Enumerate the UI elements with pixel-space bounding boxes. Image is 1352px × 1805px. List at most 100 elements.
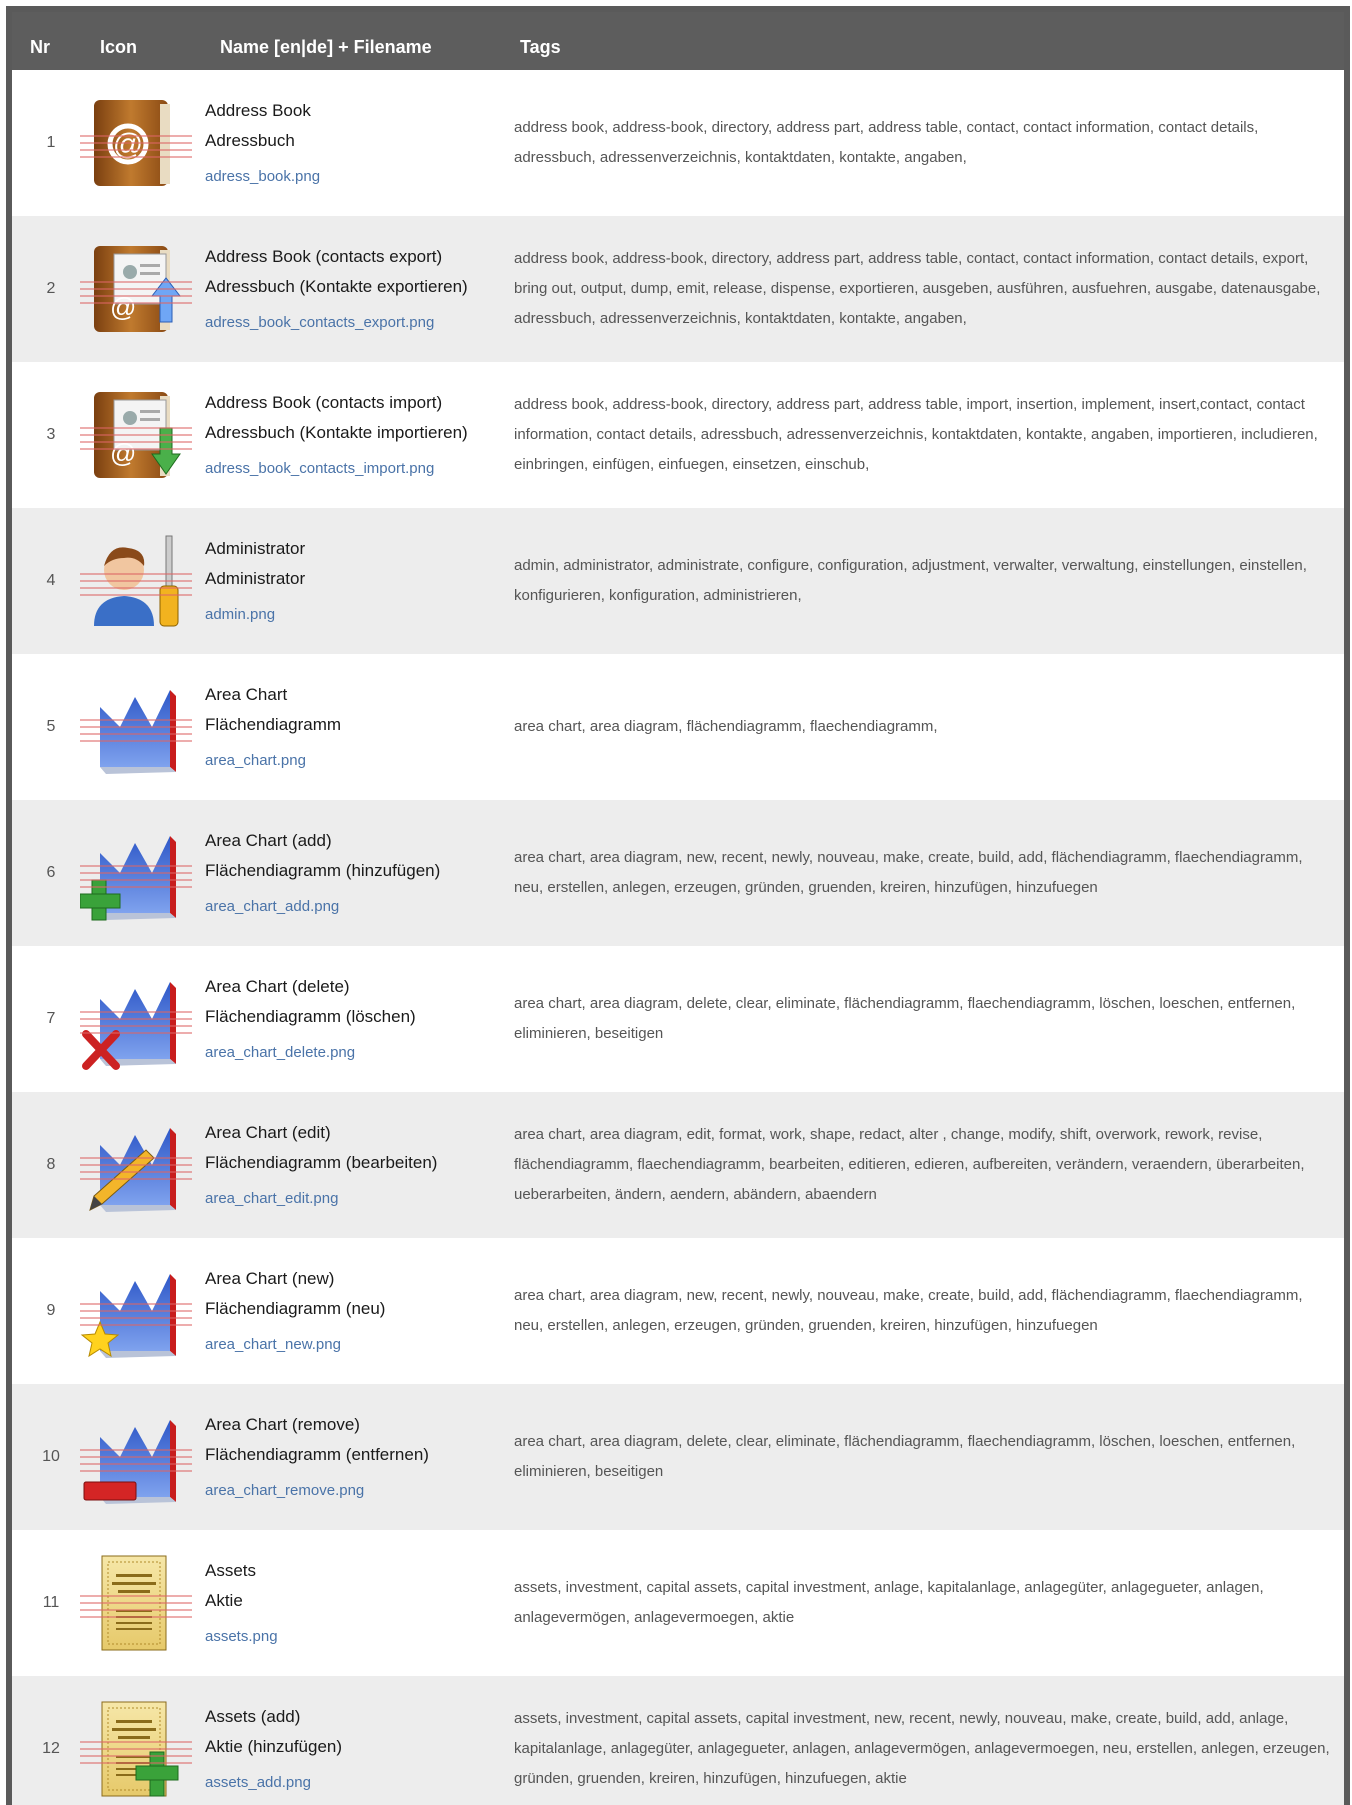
name-german: Flächendiagramm (entfernen)	[205, 1445, 429, 1464]
tags-text: area chart, area diagram, delete, clear,…	[514, 1433, 1296, 1480]
row-tags: area chart, area diagram, new, recent, n…	[514, 800, 1334, 946]
row-number: 3	[46, 426, 56, 443]
tags-text: address book, address-book, directory, a…	[514, 396, 1318, 473]
address-book-export-icon: @	[80, 234, 192, 344]
row-number: 7	[46, 1010, 56, 1027]
name-english: Address Book (contacts import)	[205, 393, 443, 412]
filename-link[interactable]: adress_book_contacts_import.png	[205, 454, 505, 484]
name-german: Adressbuch (Kontakte importieren)	[205, 423, 468, 442]
table-row: 10 Area Chart (remove) Flächendiagramm (…	[12, 1384, 1344, 1530]
row-names: Area Chart (delete) Flächendiagramm (lös…	[205, 972, 505, 1068]
filename-link[interactable]: assets_add.png	[205, 1768, 505, 1798]
area-chart-add-icon	[80, 818, 192, 928]
row-number: 8	[46, 1156, 56, 1173]
name-english: Administrator	[205, 539, 306, 558]
name-german: Administrator	[205, 569, 306, 588]
table-body: 1 @ Address Book Adressbuch adress_book.…	[12, 70, 1344, 1805]
header-icon: Icon	[100, 37, 138, 57]
name-english: Area Chart (add)	[205, 831, 332, 850]
tags-text: address book, address-book, directory, a…	[514, 119, 1259, 166]
tags-text: assets, investment, capital assets, capi…	[514, 1579, 1264, 1626]
table-row: 11 Assets Aktie assets.png assets, inves…	[12, 1530, 1344, 1676]
name-german: Adressbuch (Kontakte exportieren)	[205, 277, 468, 296]
name-german: Flächendiagramm (löschen)	[205, 1007, 416, 1026]
filename-link[interactable]: area_chart.png	[205, 746, 505, 776]
table-row: 9 Area Chart (new) Flächendiagramm (neu)…	[12, 1238, 1344, 1384]
row-number: 5	[46, 718, 56, 735]
name-english: Area Chart (new)	[205, 1269, 335, 1288]
name-german: Flächendiagramm (hinzufügen)	[205, 861, 441, 880]
tags-text: assets, investment, capital assets, capi…	[514, 1710, 1330, 1787]
row-names: Area Chart (new) Flächendiagramm (neu) a…	[205, 1264, 505, 1360]
row-names: Area Chart (remove) Flächendiagramm (ent…	[205, 1410, 505, 1506]
filename-link[interactable]: area_chart_delete.png	[205, 1038, 505, 1068]
row-tags: address book, address-book, directory, a…	[514, 70, 1334, 216]
table-row: 3 @ Address Book (contacts import) Adres…	[12, 362, 1344, 508]
filename-link[interactable]: adress_book_contacts_export.png	[205, 308, 505, 338]
assets-certificate-icon	[80, 1548, 192, 1658]
row-names: Address Book (contacts import) Adressbuc…	[205, 388, 505, 484]
row-names: Address Book (contacts export) Adressbuc…	[205, 242, 505, 338]
row-tags: assets, investment, capital assets, capi…	[514, 1530, 1334, 1676]
filename-link[interactable]: admin.png	[205, 600, 505, 630]
row-names: Area Chart (edit) Flächendiagramm (bearb…	[205, 1118, 505, 1214]
name-english: Area Chart (edit)	[205, 1123, 331, 1142]
area-chart-icon	[80, 672, 192, 782]
row-names: Administrator Administrator admin.png	[205, 534, 505, 630]
filename-link[interactable]: area_chart_add.png	[205, 892, 505, 922]
area-chart-new-icon	[80, 1256, 192, 1366]
tags-text: area chart, area diagram, delete, clear,…	[514, 995, 1296, 1042]
tags-text: area chart, area diagram, flächendiagram…	[514, 718, 938, 735]
address-book-import-icon: @	[80, 380, 192, 490]
name-german: Aktie	[205, 1591, 243, 1610]
row-names: Area Chart Flächendiagramm area_chart.pn…	[205, 680, 505, 776]
table-header: Nr Icon Name [en|de] + Filename Tags	[12, 12, 1344, 70]
table-row: 6 Area Chart (add) Flächendiagramm (hinz…	[12, 800, 1344, 946]
name-german: Flächendiagramm (neu)	[205, 1299, 386, 1318]
name-german: Flächendiagramm	[205, 715, 342, 734]
address-book-icon: @	[80, 88, 192, 198]
table-row: 4 Administrator Administrator admin.png …	[12, 508, 1344, 654]
filename-link[interactable]: assets.png	[205, 1622, 505, 1652]
table-row: 12 Assets (add) Aktie (hinzufügen) asset…	[12, 1676, 1344, 1805]
filename-link[interactable]: adress_book.png	[205, 162, 505, 192]
row-tags: area chart, area diagram, delete, clear,…	[514, 1384, 1334, 1530]
name-english: Assets	[205, 1561, 257, 1580]
row-number: 1	[46, 134, 56, 151]
tags-text: address book, address-book, directory, a…	[514, 250, 1321, 327]
table-row: 5 Area Chart Flächendiagramm area_chart.…	[12, 654, 1344, 800]
name-english: Area Chart (remove)	[205, 1415, 360, 1434]
row-tags: address book, address-book, directory, a…	[514, 216, 1334, 362]
tags-text: area chart, area diagram, edit, format, …	[514, 1126, 1305, 1203]
tags-text: area chart, area diagram, new, recent, n…	[514, 849, 1303, 896]
row-tags: area chart, area diagram, new, recent, n…	[514, 1238, 1334, 1384]
icon-table: Nr Icon Name [en|de] + Filename Tags 1 @…	[6, 6, 1350, 1805]
name-english: Address Book	[205, 101, 311, 120]
table-row: 1 @ Address Book Adressbuch adress_book.…	[12, 70, 1344, 216]
row-tags: area chart, area diagram, delete, clear,…	[514, 946, 1334, 1092]
row-names: Assets Aktie assets.png	[205, 1556, 505, 1652]
area-chart-delete-icon	[80, 964, 192, 1074]
row-number: 6	[46, 864, 56, 881]
row-names: Assets (add) Aktie (hinzufügen) assets_a…	[205, 1702, 505, 1798]
row-tags: admin, administrator, administrate, conf…	[514, 508, 1334, 654]
table-row: 8 Area Chart (edit) Flächendiagramm (bea…	[12, 1092, 1344, 1238]
row-number: 10	[42, 1448, 60, 1465]
name-english: Address Book (contacts export)	[205, 247, 443, 266]
row-number: 9	[46, 1302, 56, 1319]
row-names: Address Book Adressbuch adress_book.png	[205, 96, 505, 192]
row-tags: area chart, area diagram, edit, format, …	[514, 1092, 1334, 1238]
filename-link[interactable]: area_chart_new.png	[205, 1330, 505, 1360]
administrator-icon	[80, 526, 192, 636]
header-nr: Nr	[30, 37, 51, 57]
row-names: Area Chart (add) Flächendiagramm (hinzuf…	[205, 826, 505, 922]
name-english: Assets (add)	[205, 1707, 301, 1726]
filename-link[interactable]: area_chart_edit.png	[205, 1184, 505, 1214]
header-name: Name [en|de] + Filename	[220, 37, 432, 57]
name-german: Aktie (hinzufügen)	[205, 1737, 343, 1756]
filename-link[interactable]: area_chart_remove.png	[205, 1476, 505, 1506]
table-row: 7 Area Chart (delete) Flächendiagramm (l…	[12, 946, 1344, 1092]
row-number: 12	[42, 1740, 60, 1757]
row-number: 2	[46, 280, 56, 297]
name-german: Adressbuch	[205, 131, 295, 150]
